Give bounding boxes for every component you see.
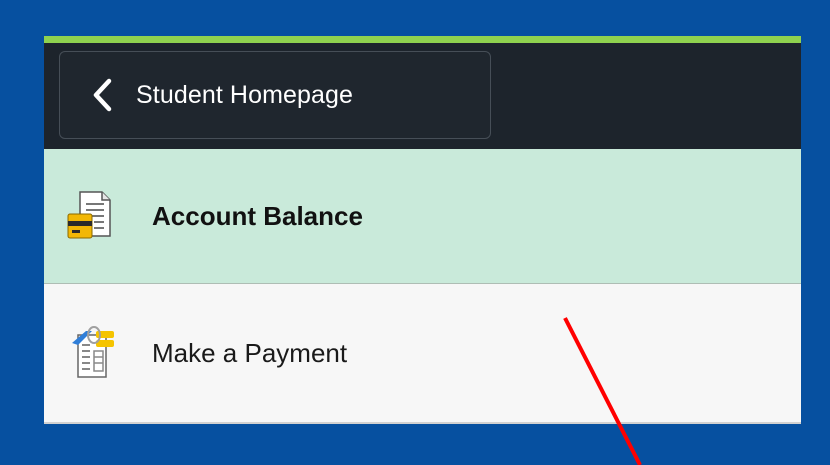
back-to-student-homepage-button[interactable]: Student Homepage xyxy=(59,51,491,139)
nav-item-account-balance[interactable]: Account Balance xyxy=(44,149,801,284)
back-button-label: Student Homepage xyxy=(136,80,354,109)
nav-item-label: Account Balance xyxy=(152,200,363,231)
make-payment-icon xyxy=(66,325,118,381)
header-bar: Student Homepage xyxy=(44,43,801,149)
chevron-left-icon xyxy=(88,75,116,115)
nav-item-make-a-payment[interactable]: Make a Payment xyxy=(44,284,801,424)
accent-bar xyxy=(44,36,801,43)
account-balance-icon xyxy=(66,188,118,244)
app-window: Student Homepage Account Balance Make a … xyxy=(44,36,801,424)
nav-item-label: Make a Payment xyxy=(152,337,348,368)
